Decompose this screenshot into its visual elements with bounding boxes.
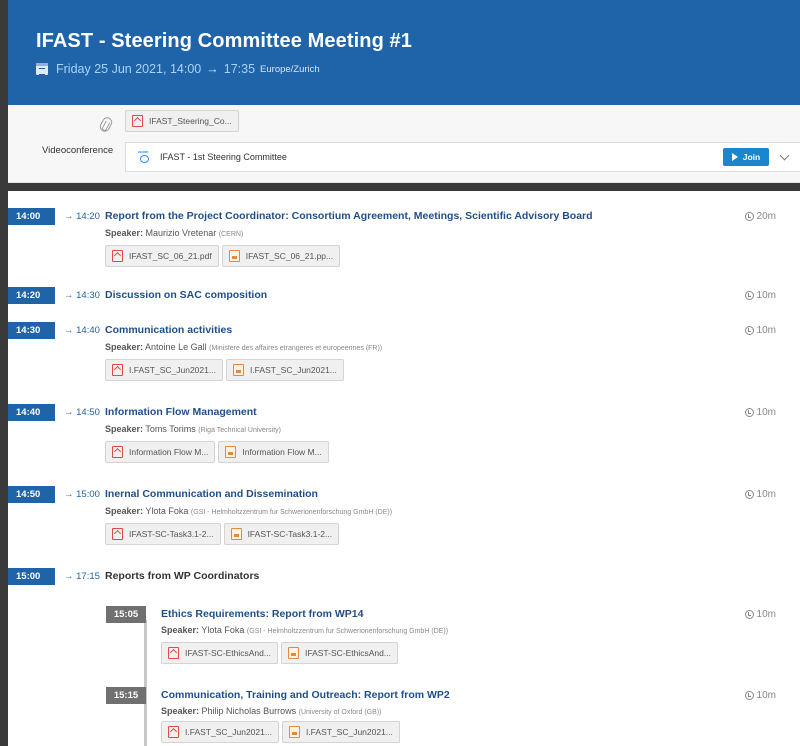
videoconference-label: Videoconference — [42, 145, 114, 156]
session-start-badge: 15:00 — [8, 568, 55, 585]
start-time-badge: 15:15 — [106, 687, 146, 704]
speaker: Speaker: Ylota Foka (GSI - Helmholtzzent… — [105, 506, 393, 516]
start-time-badge: 14:40 — [8, 404, 55, 421]
duration: 10m — [744, 407, 776, 418]
start-time-badge: 15:05 — [106, 606, 146, 623]
contribution-title[interactable]: Discussion on SAC composition — [105, 289, 267, 301]
event-header: IFAST - Steering Committee Meeting #1 Fr… — [8, 0, 800, 105]
attachments: I.FAST_SC_Jun2021... I.FAST_SC_Jun2021..… — [105, 359, 344, 381]
attachment-pdf[interactable]: IFAST-SC-EthicsAnd... — [161, 642, 278, 664]
event-timezone: Europe/Zurich — [260, 63, 320, 75]
start-time-badge: 14:20 — [8, 287, 55, 304]
paperclip-icon — [98, 115, 114, 134]
attachments: IFAST-SC-Task3.1-2... IFAST-SC-Task3.1-2… — [105, 523, 340, 545]
zoom-icon: zoom — [138, 150, 152, 164]
attachment-pdf[interactable]: Information Flow M... — [105, 441, 216, 463]
attachment-ppt[interactable]: IFAST-SC-EthicsAnd... — [280, 642, 398, 664]
presentation-file-icon — [287, 647, 299, 659]
attachments: IFAST_SC_06_21.pdf IFAST_SC_06_21.pp... — [105, 245, 341, 267]
clock-icon — [744, 408, 754, 417]
speaker: Speaker: Antoine Le Gall (Ministere des … — [105, 342, 383, 352]
contribution-title[interactable]: Communication, Training and Outreach: Re… — [161, 689, 450, 701]
join-button[interactable]: Join — [723, 148, 769, 166]
end-time: → 14:50 — [64, 407, 100, 418]
clock-icon — [744, 212, 754, 221]
presentation-file-icon — [228, 250, 240, 262]
event-attachment[interactable]: IFAST_Steering_Co... — [125, 110, 239, 132]
duration: 10m — [744, 290, 776, 301]
clock-icon — [744, 691, 754, 700]
event-dateline: Friday 25 Jun 2021, 14:00 → 17:35 Europe… — [36, 62, 800, 76]
event-start: Friday 25 Jun 2021, 14:00 — [56, 62, 202, 76]
attachment-pdf[interactable]: I.FAST_SC_Jun2021... — [105, 359, 223, 381]
contribution-title[interactable]: Communication activities — [105, 324, 232, 336]
attachments: I.FAST_SC_Jun2021... I.FAST_SC_Jun2021..… — [161, 721, 400, 743]
attachment-pdf[interactable]: IFAST_SC_06_21.pdf — [105, 245, 219, 267]
presentation-file-icon — [225, 446, 237, 458]
attachments: Information Flow M... Information Flow M… — [105, 441, 329, 463]
end-time: → 14:30 — [64, 290, 100, 301]
event-page: IFAST - Steering Committee Meeting #1 Fr… — [8, 0, 800, 746]
videoconference-name: IFAST - 1st Steering Committee — [160, 152, 287, 162]
duration: 10m — [744, 325, 776, 336]
event-meta: IFAST_Steering_Co... Videoconference zoo… — [8, 105, 800, 183]
start-time-badge: 14:30 — [8, 322, 55, 339]
contribution-title[interactable]: Information Flow Management — [105, 406, 257, 418]
pdf-file-icon — [132, 115, 143, 127]
presentation-file-icon — [288, 726, 300, 738]
end-time: → 14:40 — [64, 325, 100, 336]
end-time: → 15:00 — [64, 489, 100, 500]
duration: 10m — [744, 489, 776, 500]
attachment-ppt[interactable]: IFAST_SC_06_21.pp... — [221, 245, 341, 267]
attachment-ppt[interactable]: Information Flow M... — [218, 441, 329, 463]
attachment-ppt[interactable]: I.FAST_SC_Jun2021... — [281, 721, 400, 743]
videoconference-box: zoom IFAST - 1st Steering Committee Join — [125, 142, 800, 172]
contribution-title[interactable]: Ethics Requirements: Report from WP14 — [161, 608, 363, 620]
speaker: Speaker: Ylota Foka (GSI - Helmholtzzent… — [161, 625, 449, 635]
pdf-file-icon — [168, 647, 179, 659]
timetable: 14:00 → 14:20 Report from the Project Co… — [8, 191, 800, 746]
calendar-icon — [36, 63, 48, 75]
arrow-glyph: → — [206, 62, 219, 76]
speaker: Speaker: Philip Nicholas Burrows (Univer… — [161, 706, 382, 716]
clock-icon — [744, 291, 754, 300]
contribution-title[interactable]: Inernal Communication and Dissemination — [105, 488, 318, 500]
end-time: → 14:20 — [64, 211, 100, 222]
chevron-down-icon[interactable] — [779, 150, 790, 160]
duration: 10m — [744, 690, 776, 701]
attachment-ppt[interactable]: IFAST-SC-Task3.1-2... — [223, 523, 340, 545]
session-line — [144, 620, 147, 746]
presentation-file-icon — [232, 364, 244, 376]
pdf-file-icon — [112, 364, 123, 376]
pdf-file-icon — [112, 250, 123, 262]
attachment-ppt[interactable]: I.FAST_SC_Jun2021... — [225, 359, 344, 381]
clock-icon — [744, 610, 754, 619]
contribution-title[interactable]: Report from the Project Coordinator: Con… — [105, 210, 593, 222]
pdf-file-icon — [112, 446, 123, 458]
speaker: Speaker: Maurizio Vretenar (CERN) — [105, 228, 244, 238]
pdf-file-icon — [112, 528, 123, 540]
attachment-pdf[interactable]: I.FAST_SC_Jun2021... — [161, 721, 279, 743]
session-title[interactable]: Reports from WP Coordinators — [105, 570, 259, 582]
attachment-pdf[interactable]: IFAST-SC-Task3.1-2... — [105, 523, 221, 545]
start-time-badge: 14:50 — [8, 486, 55, 503]
event-end: 17:35 — [223, 62, 256, 76]
clock-icon — [744, 326, 754, 335]
presentation-file-icon — [230, 528, 242, 540]
start-time-badge: 14:00 — [8, 208, 55, 225]
attachments: IFAST-SC-EthicsAnd... IFAST-SC-EthicsAnd… — [161, 642, 398, 664]
event-title: IFAST - Steering Committee Meeting #1 — [36, 30, 412, 52]
play-icon — [731, 153, 738, 161]
clock-icon — [744, 490, 754, 499]
duration: 10m — [744, 609, 776, 620]
duration: 20m — [744, 211, 776, 222]
pdf-file-icon — [168, 726, 179, 738]
section-divider — [8, 183, 800, 191]
speaker: Speaker: Toms Torims (Riga Technical Uni… — [105, 424, 281, 434]
session-end-time: → 17:15 — [64, 571, 100, 582]
